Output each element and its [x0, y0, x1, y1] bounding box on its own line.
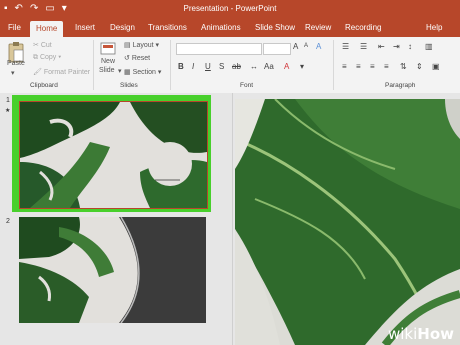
new-slide-icon[interactable]	[100, 41, 116, 57]
align-right-icon[interactable]: ≡	[370, 62, 375, 71]
italic-icon[interactable]: I	[192, 62, 194, 71]
align-center-icon[interactable]: ≡	[356, 62, 361, 71]
change-case-icon[interactable]: Aa	[264, 62, 274, 71]
slide-star-icon: ★	[5, 108, 11, 114]
tab-file[interactable]: File	[8, 23, 21, 32]
cut-button[interactable]: ✂ Cut	[33, 41, 52, 49]
monstera-leaf-image	[20, 102, 207, 208]
slide-number-1: 1	[6, 97, 10, 104]
columns-icon[interactable]: ▥	[425, 42, 433, 51]
strikethrough-icon[interactable]: ab	[232, 62, 241, 71]
format-painter-label: Format Painter	[43, 69, 91, 76]
tab-help[interactable]: Help	[426, 23, 442, 32]
group-label-paragraph: Paragraph	[385, 82, 416, 89]
justify-icon[interactable]: ≡	[384, 62, 389, 71]
title-bar: ▪ ↶ ↷ ▭ ▾ Presentation - PowerPoint	[0, 0, 460, 20]
underline-icon[interactable]: U	[205, 62, 211, 71]
group-label-clipboard: Clipboard	[30, 82, 58, 89]
clear-format-icon[interactable]: A	[316, 42, 321, 51]
group-separator	[93, 40, 94, 90]
tab-transitions[interactable]: Transitions	[148, 23, 187, 32]
ribbon-tabs: File Home Insert Design Transitions Anim…	[0, 20, 460, 37]
section-label: Section	[132, 69, 156, 76]
cut-label: Cut	[40, 42, 52, 49]
shadow-icon[interactable]: S	[219, 62, 224, 71]
tab-review[interactable]: Review	[305, 23, 331, 32]
format-painter-button[interactable]: 🖌 Format Painter	[33, 68, 90, 76]
watermark-wiki: wiki	[387, 325, 418, 343]
new-slide-label-line2[interactable]: Slide	[99, 67, 115, 74]
tab-insert[interactable]: Insert	[75, 23, 95, 32]
ribbon: Paste ▾ ✂ Cut ⧉ Copy ▾ 🖌 Format Painter …	[0, 37, 460, 94]
grow-font-icon[interactable]: A	[293, 42, 298, 51]
wikihow-watermark: wikiHow	[388, 325, 454, 343]
align-left-icon[interactable]: ≡	[342, 62, 347, 71]
smartart-icon[interactable]: ▣	[432, 62, 440, 71]
tab-home[interactable]: Home	[30, 21, 64, 37]
reset-label: Reset	[131, 55, 151, 62]
font-size-box[interactable]	[263, 43, 291, 55]
bullets-icon[interactable]: ☰	[342, 42, 349, 51]
group-label-slides: Slides	[120, 82, 138, 89]
copy-button[interactable]: ⧉ Copy ▾	[33, 54, 61, 62]
increase-indent-icon[interactable]: ⇥	[393, 42, 400, 51]
line-spacing-icon[interactable]: ↕	[408, 42, 412, 51]
tab-animations[interactable]: Animations	[201, 23, 241, 32]
copy-label: Copy	[39, 54, 57, 61]
bold-icon[interactable]: B	[178, 62, 184, 71]
slide-thumbnail-1[interactable]	[19, 101, 208, 209]
font-name-box[interactable]	[176, 43, 262, 55]
slide-editing-area[interactable]: wikiHow	[233, 93, 460, 345]
layout-label: Layout	[132, 42, 154, 49]
group-separator	[333, 40, 334, 90]
window-title: Presentation - PowerPoint	[183, 4, 277, 13]
section-button[interactable]: ▦ Section ▾	[124, 68, 161, 76]
slide-thumbnail-2[interactable]	[19, 217, 206, 323]
new-slide-label[interactable]: New	[101, 58, 115, 65]
slide-number-2: 2	[6, 218, 10, 225]
paste-label[interactable]: Paste	[7, 60, 25, 67]
character-spacing-icon[interactable]: ↔	[250, 62, 258, 71]
watermark-how: How	[417, 325, 454, 343]
group-label-font: Font	[240, 82, 254, 89]
tab-design[interactable]: Design	[110, 23, 135, 32]
monstera-circle-image	[19, 217, 206, 323]
tab-slide-show[interactable]: Slide Show	[255, 23, 295, 32]
monstera-leaf-closeup-image	[235, 99, 460, 345]
decrease-indent-icon[interactable]: ⇤	[378, 42, 385, 51]
text-direction-icon[interactable]: ⇅	[400, 62, 407, 71]
new-slide-dropdown-icon[interactable]: ▾	[118, 67, 122, 75]
font-color-icon[interactable]: A	[284, 62, 289, 71]
align-text-icon[interactable]: ⇕	[416, 62, 423, 71]
tab-recording[interactable]: Recording	[345, 23, 381, 32]
numbering-icon[interactable]: ☰	[360, 42, 367, 51]
group-separator	[170, 40, 171, 90]
shrink-font-icon[interactable]: A	[304, 43, 308, 49]
layout-button[interactable]: ▤ Layout ▾	[124, 41, 159, 49]
highlight-icon[interactable]: ▾	[300, 62, 304, 71]
current-slide[interactable]	[235, 99, 460, 345]
paste-dropdown-icon[interactable]: ▾	[11, 69, 15, 77]
reset-button[interactable]: ↺ Reset	[124, 54, 150, 62]
